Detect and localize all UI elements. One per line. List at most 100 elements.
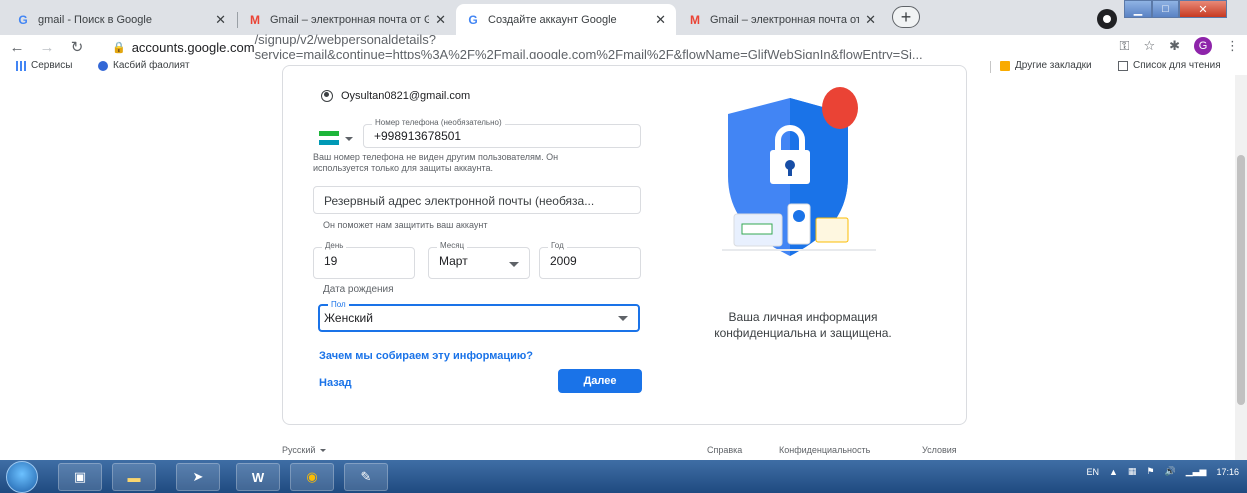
maximize-button[interactable]: □ (1152, 0, 1179, 18)
next-button[interactable]: Далее (558, 369, 642, 393)
phone-helper-line: используется только для защиты аккаунта. (313, 163, 493, 173)
scrollbar[interactable] (1235, 75, 1247, 460)
forward-arrow-icon[interactable]: → (36, 36, 58, 58)
bookmark-apps[interactable]: Сервисы (16, 60, 72, 71)
extensions-icon[interactable]: ✱ (1169, 38, 1180, 54)
telegram-icon: ➤ (192, 469, 204, 484)
gender-value: Женский (324, 311, 373, 325)
page-content: Oysultan0821@gmail.com Номер телефона (н… (0, 65, 1247, 460)
year-input[interactable]: Год 2009 (539, 241, 641, 279)
phone-field[interactable]: Номер телефона (необязательно) +99891367… (363, 118, 641, 148)
close-icon[interactable]: ✕ (655, 12, 666, 28)
gender-label: Пол (328, 300, 349, 309)
menu-dots-icon[interactable]: ⋮ (1226, 38, 1239, 54)
windows-taskbar: ▣ ▬ ➤ W ◉ ✎ EN ▲ ▦ ⚑ 🔊 ▁▃▅ 17:16 (0, 460, 1247, 493)
floppy-icon: ▣ (73, 469, 87, 484)
keyhole-slot (788, 166, 792, 176)
bookmark-separator (990, 61, 991, 73)
tab-gmail-2[interactable]: M Gmail – электронная почта от G ✕ (678, 4, 886, 35)
google-icon: G (468, 12, 478, 27)
volume-icon[interactable]: 🔊 (1164, 466, 1175, 477)
terms-link[interactable]: Условия (922, 445, 957, 455)
caption-line: конфиденциальна и защищена. (714, 326, 892, 340)
bookmark-label: Сервисы (31, 60, 73, 71)
reload-icon[interactable]: ↻ (66, 36, 88, 58)
bookmark-label: Другие закладки (1015, 60, 1092, 71)
back-button[interactable]: Назад (319, 377, 352, 389)
phone-field-label: Номер телефона (необязательно) (372, 118, 505, 127)
star-icon[interactable]: ☆ (1143, 38, 1155, 54)
network-icon[interactable]: ▦ (1128, 466, 1137, 477)
why-collect-info-link[interactable]: Зачем мы собираем эту информацию? (319, 350, 533, 362)
taskbar-app-telegram[interactable]: ➤ (176, 463, 220, 491)
paint-icon: ✎ (360, 469, 372, 484)
toolbar-actions: ⚿ ☆ ✱ G ⋮ (1120, 37, 1239, 55)
language-indicator[interactable]: EN (1086, 467, 1099, 477)
tab-label: Gmail – электронная почта от G (270, 13, 430, 26)
recovery-helper-text: Он поможет нам защитить ваш аккаунт (323, 220, 488, 230)
taskbar-app-chrome[interactable]: ◉ (290, 463, 334, 491)
browser-toolbar: ← → ↻ 🔒 accounts.google.com/signup/v2/we… (0, 32, 1247, 62)
new-tab-button[interactable]: + (892, 6, 920, 28)
key-icon[interactable]: ⚿ (1120, 38, 1130, 54)
close-window-button[interactable]: ✕ (1179, 0, 1227, 18)
caption-line: Ваша личная информация (728, 310, 878, 324)
gender-select[interactable]: Пол Женский (318, 300, 640, 332)
privacy-link[interactable]: Конфиденциальность (779, 445, 870, 455)
lock-icon: 🔒 (112, 41, 126, 54)
bookmark-item[interactable]: Касбий фаолият (98, 60, 190, 71)
illustration-caption: Ваша личная информация конфиденциальна и… (683, 309, 923, 341)
close-icon[interactable]: ✕ (435, 12, 446, 28)
reading-list-icon (1118, 60, 1128, 71)
apps-grid-icon (16, 60, 26, 71)
taskbar-app-save[interactable]: ▣ (58, 463, 102, 491)
signal-icon[interactable]: ▁▃▅ (1186, 466, 1207, 477)
account-email: Oysultan0821@gmail.com (341, 90, 471, 102)
taskbar-app-explorer[interactable]: ▬ (112, 463, 156, 491)
system-tray: EN ▲ ▦ ⚑ 🔊 ▁▃▅ 17:16 (1086, 466, 1239, 477)
recovery-email-input[interactable]: Резервный адрес электронной почты (необя… (313, 186, 641, 214)
close-icon[interactable]: ✕ (865, 12, 876, 28)
tab-create-account[interactable]: G Создайте аккаунт Google ✕ (456, 4, 676, 35)
flag-icon[interactable]: ⚑ (1146, 466, 1154, 477)
bookmark-other[interactable]: Другие закладки (1000, 60, 1092, 71)
profile-icon[interactable] (1097, 9, 1117, 29)
phone-field-value: +998913678501 (374, 129, 462, 143)
uzbekistan-flag-icon[interactable] (319, 131, 339, 146)
chevron-down-icon (509, 262, 519, 267)
address-bar[interactable]: 🔒 accounts.google.com/signup/v2/webperso… (112, 32, 1032, 62)
month-select[interactable]: Месяц Март (428, 241, 530, 279)
language-selector[interactable]: Русский (282, 445, 327, 455)
tab-google-search[interactable]: G gmail - Поиск в Google ✕ (6, 4, 236, 35)
word-icon: W (251, 469, 265, 485)
start-button[interactable] (6, 461, 38, 493)
tab-gmail-1[interactable]: M Gmail – электронная почта от G ✕ (238, 4, 456, 35)
account-email-row: Oysultan0821@gmail.com (321, 90, 470, 102)
day-value: 19 (324, 254, 338, 268)
back-arrow-icon[interactable]: ← (6, 36, 28, 58)
bookmark-favicon-icon (98, 60, 108, 71)
chevron-down-icon[interactable] (345, 137, 353, 141)
avatar[interactable]: G (1194, 37, 1212, 55)
clock-time: 17:16 (1216, 466, 1239, 477)
bookmark-reading-list[interactable]: Список для чтения (1118, 60, 1221, 71)
cake-icon (815, 217, 849, 243)
close-icon[interactable]: ✕ (215, 12, 226, 28)
taskbar-app-paint[interactable]: ✎ (344, 463, 388, 491)
signup-card: Oysultan0821@gmail.com Номер телефона (н… (282, 65, 967, 425)
chrome-icon: ◉ (306, 469, 318, 484)
gmail-icon: M (690, 12, 700, 27)
taskbar-app-word[interactable]: W (236, 463, 280, 491)
clock[interactable]: 17:16 (1216, 467, 1239, 477)
chevron-up-icon[interactable]: ▲ (1109, 467, 1118, 477)
bookmark-label: Касбий фаолият (113, 60, 190, 71)
help-link[interactable]: Справка (707, 445, 742, 455)
url-host: accounts.google.com (131, 39, 255, 55)
browser-tab-strip: G gmail - Поиск в Google ✕ M Gmail – эле… (0, 0, 1247, 35)
day-label: День (322, 241, 347, 250)
phone-helper-text: Ваш номер телефона не виден другим польз… (313, 152, 558, 174)
minimize-button[interactable]: ▁ (1124, 0, 1152, 18)
scrollbar-thumb[interactable] (1237, 155, 1245, 405)
day-input[interactable]: День 19 (313, 241, 415, 279)
bookmark-label: Список для чтения (1133, 60, 1221, 71)
